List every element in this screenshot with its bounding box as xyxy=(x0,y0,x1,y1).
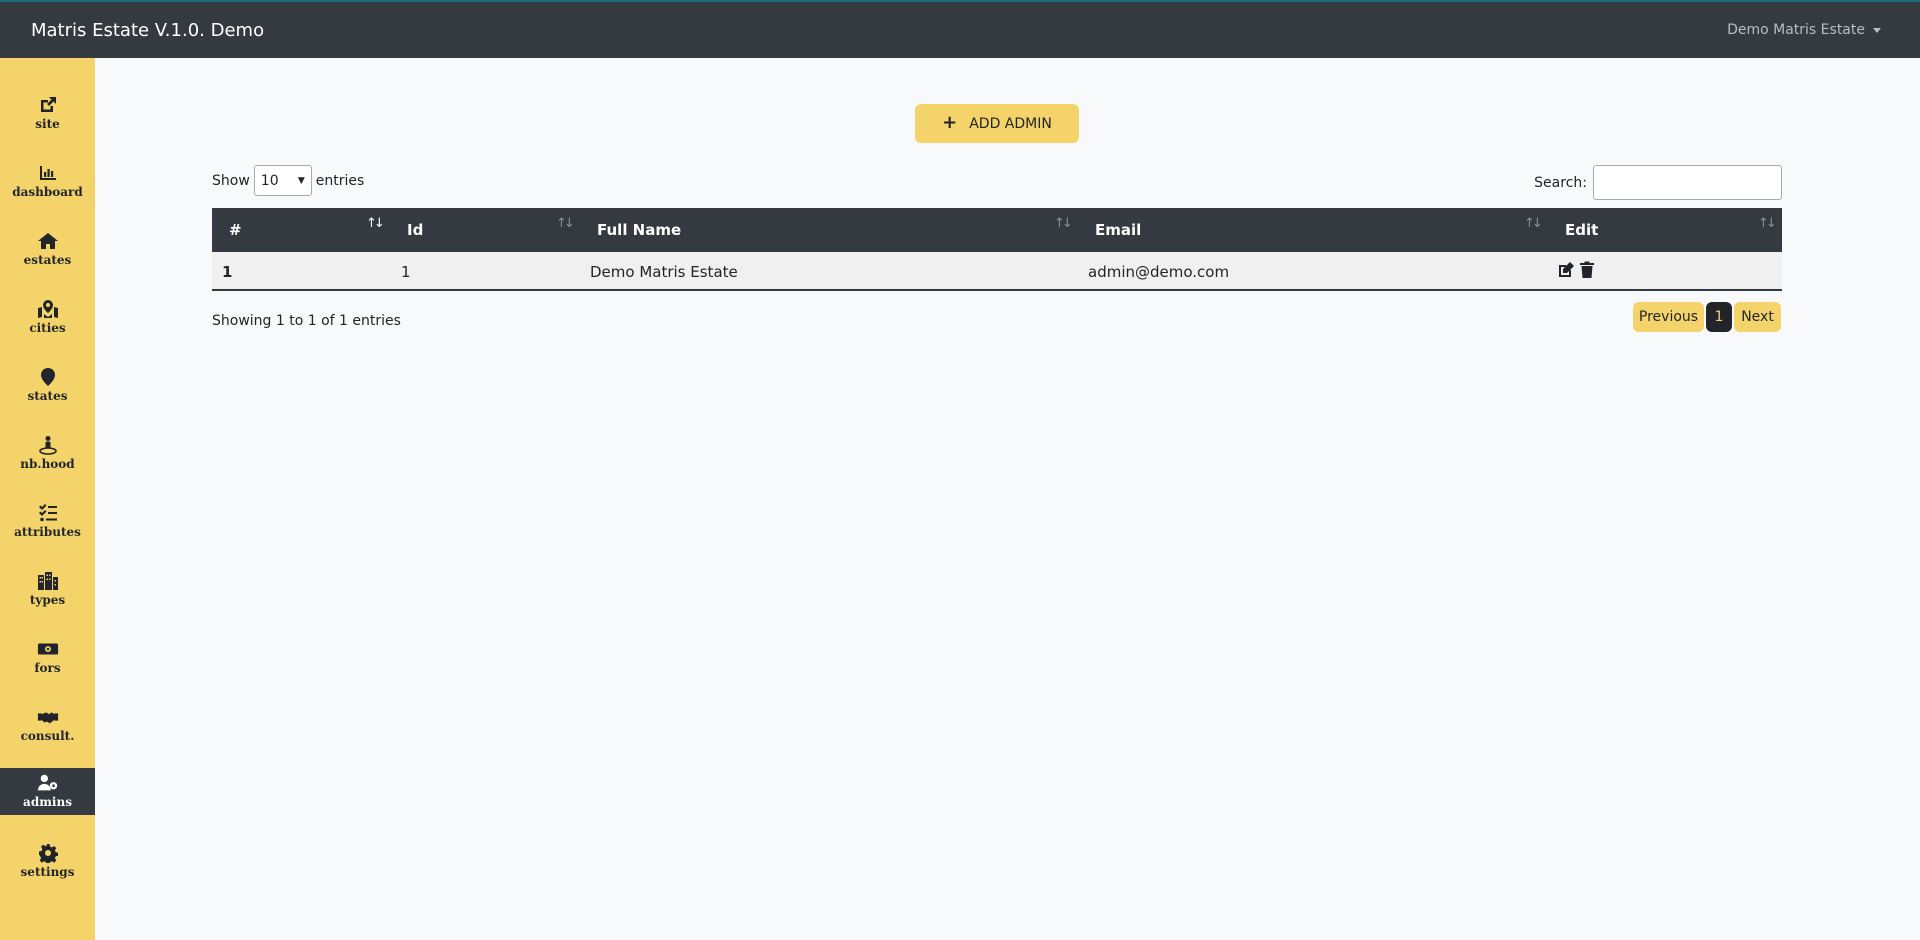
admins-table: # ↑↓ Id ↑↓ Full Name ↑↓ Email ↑↓ Edit ↑↓… xyxy=(212,208,1782,291)
cell-actions xyxy=(1557,252,1595,291)
entries-label: entries xyxy=(315,172,365,189)
sidebar-item-dashboard[interactable]: dashboard xyxy=(0,158,95,203)
sidebar: site dashboard estates cities states nb.… xyxy=(0,58,95,940)
sidebar-item-nbhood[interactable]: nb.hood xyxy=(0,430,95,475)
sidebar-item-estates[interactable]: estates xyxy=(0,226,95,271)
external-link-icon xyxy=(37,94,59,116)
add-admin-label: ADD ADMIN xyxy=(969,115,1052,132)
cell-id: 1 xyxy=(401,262,411,281)
search-label: Search: xyxy=(1534,174,1587,191)
table-info: Showing 1 to 1 of 1 entries xyxy=(212,313,401,329)
entries-select-value: 10 xyxy=(260,172,279,189)
sidebar-item-label: nb.hood xyxy=(20,457,75,471)
column-header-label: Full Name xyxy=(597,221,682,239)
column-header-id[interactable]: Id xyxy=(407,208,577,252)
gear-icon xyxy=(37,842,59,864)
table-row: 1 1 Demo Matris Estate admin@demo.com xyxy=(212,252,1782,291)
previous-page-button[interactable]: Previous xyxy=(1633,302,1704,332)
sidebar-item-site[interactable]: site xyxy=(0,90,95,135)
cell-full-name: Demo Matris Estate xyxy=(590,262,738,281)
page-1-button[interactable]: 1 xyxy=(1706,302,1732,332)
plus-icon: + xyxy=(942,112,958,133)
search-control: Search: xyxy=(1534,165,1782,200)
sidebar-item-cities[interactable]: cities xyxy=(0,294,95,339)
sort-icon: ↑↓ xyxy=(556,216,575,231)
sidebar-item-label: types xyxy=(29,593,66,607)
sidebar-item-label: attributes xyxy=(14,525,81,539)
trash-icon[interactable] xyxy=(1579,261,1595,283)
sidebar-item-attributes[interactable]: attributes xyxy=(0,498,95,543)
column-header-label: # xyxy=(229,221,242,239)
sidebar-item-states[interactable]: states xyxy=(0,362,95,407)
chevron-down-icon: ▼ xyxy=(297,175,305,186)
column-header-label: Edit xyxy=(1565,221,1599,239)
user-cog-icon xyxy=(37,772,59,794)
user-menu-dropdown[interactable]: Demo Matris Estate xyxy=(1727,22,1881,38)
tasks-icon xyxy=(37,502,59,524)
chart-bar-icon xyxy=(37,162,59,184)
column-header-email[interactable]: Email xyxy=(1095,208,1535,252)
cell-email: admin@demo.com xyxy=(1088,262,1230,281)
map-marker-icon xyxy=(37,366,59,388)
sidebar-item-admins[interactable]: admins xyxy=(0,768,95,815)
map-marked-icon xyxy=(37,298,59,320)
pagination: Previous 1 Next xyxy=(1633,302,1781,332)
sidebar-item-label: consult. xyxy=(20,729,75,743)
column-header-edit[interactable]: Edit xyxy=(1565,208,1765,252)
show-label: Show xyxy=(212,172,250,189)
building-icon xyxy=(37,570,59,592)
entries-per-page-select[interactable]: 10 ▼ xyxy=(253,165,312,196)
sidebar-item-label: settings xyxy=(20,865,75,879)
user-menu-label: Demo Matris Estate xyxy=(1727,22,1865,38)
sort-icon: ↑↓ xyxy=(1524,216,1543,231)
sidebar-item-label: site xyxy=(35,117,60,131)
column-header-full-name[interactable]: Full Name xyxy=(597,208,1067,252)
column-header-label: Email xyxy=(1095,221,1142,239)
sidebar-item-settings[interactable]: settings xyxy=(0,838,95,883)
table-header: # ↑↓ Id ↑↓ Full Name ↑↓ Email ↑↓ Edit ↑↓ xyxy=(212,208,1782,252)
sidebar-item-label: fors xyxy=(34,661,61,675)
top-navbar: Matris Estate V.1.0. Demo Demo Matris Es… xyxy=(0,0,1920,58)
next-page-button[interactable]: Next xyxy=(1734,302,1781,332)
length-control: Show 10 ▼ entries xyxy=(212,165,364,196)
sidebar-item-consult[interactable]: consult. xyxy=(0,702,95,747)
app-brand[interactable]: Matris Estate V.1.0. Demo xyxy=(31,20,264,41)
street-view-icon xyxy=(37,434,59,456)
sidebar-item-label: states xyxy=(27,389,68,403)
column-header-label: Id xyxy=(407,221,424,239)
sidebar-item-label: dashboard xyxy=(12,185,83,199)
sidebar-item-label: cities xyxy=(29,321,66,335)
sort-icon: ↑↓ xyxy=(1758,216,1777,231)
sidebar-item-fors[interactable]: fors xyxy=(0,634,95,679)
money-bill-icon xyxy=(37,638,59,660)
home-icon xyxy=(37,230,59,252)
add-admin-button[interactable]: + ADD ADMIN xyxy=(915,104,1079,143)
sort-asc-icon: ↑↓ xyxy=(366,216,385,231)
sort-icon: ↑↓ xyxy=(1054,216,1073,231)
edit-icon[interactable] xyxy=(1557,261,1575,283)
sidebar-item-label: admins xyxy=(23,795,72,809)
sidebar-item-label: estates xyxy=(23,253,72,267)
caret-down-icon xyxy=(1873,27,1881,33)
sidebar-item-types[interactable]: types xyxy=(0,566,95,611)
handshake-icon xyxy=(37,706,59,728)
search-input[interactable] xyxy=(1593,165,1782,200)
cell-index: 1 xyxy=(222,262,233,281)
